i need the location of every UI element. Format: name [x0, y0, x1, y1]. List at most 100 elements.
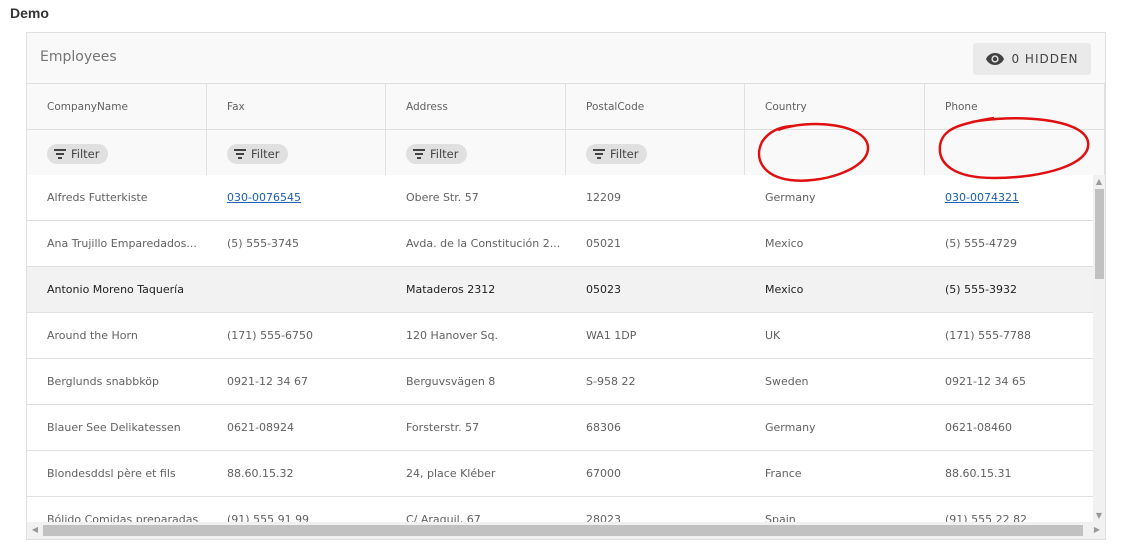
- filter-chip-label: Filter: [430, 147, 459, 161]
- filter-icon: [234, 149, 246, 159]
- table-cell: Forsterstr. 57: [406, 421, 480, 434]
- grid-body: Alfreds Futterkiste 030-0076545 Obere Str.…: [27, 175, 1093, 522]
- column-header-postalcode[interactable]: PostalCode: [566, 84, 745, 129]
- table-cell: Sweden: [765, 375, 809, 388]
- table-cell: Berguvsvägen 8: [406, 375, 496, 388]
- table-cell: (5) 555-3745: [227, 237, 300, 250]
- page-title: Demo: [10, 5, 49, 21]
- table-row[interactable]: Around the Horn (171) 555-6750 120 Hanover…: [27, 313, 1093, 359]
- filter-cell-companyname: Filter: [27, 130, 207, 175]
- column-header-label: Phone: [945, 101, 978, 113]
- table-cell: Berglunds snabbköp: [47, 375, 159, 388]
- filter-icon: [413, 149, 425, 159]
- horizontal-scrollbar[interactable]: ◀ ▶: [27, 522, 1105, 539]
- table-cell: 68306: [586, 421, 621, 434]
- scroll-up-icon[interactable]: ▲: [1093, 177, 1105, 186]
- vertical-scroll-thumb[interactable]: [1095, 189, 1104, 279]
- table-cell: [207, 267, 386, 312]
- filter-icon: [593, 149, 605, 159]
- grid-toolbar: Employees 0 HIDDEN: [27, 33, 1105, 84]
- table-cell: Avda. de la Constitución 2...: [406, 237, 561, 250]
- phone-link[interactable]: 030-0076545: [227, 191, 301, 204]
- filter-cell-postalcode: Filter: [566, 130, 745, 175]
- hidden-columns-button[interactable]: 0 HIDDEN: [973, 43, 1091, 75]
- table-cell: 030-0076545: [207, 175, 386, 220]
- filter-chip-button[interactable]: Filter: [406, 144, 468, 164]
- table-cell: (171) 555-7788: [945, 329, 1032, 342]
- table-cell: 88.60.15.31: [945, 467, 1012, 480]
- table-cell: 0621-08460: [945, 421, 1012, 434]
- column-header-label: PostalCode: [586, 101, 645, 113]
- employees-grid: Employees 0 HIDDEN CompanyName Fax Address…: [26, 32, 1106, 540]
- table-cell: France: [765, 467, 802, 480]
- filter-chip-button[interactable]: Filter: [586, 144, 648, 164]
- table-cell: (91) 555 91 99: [227, 513, 310, 522]
- table-cell: 05021: [586, 237, 621, 250]
- table-row[interactable]: Antonio Moreno Taquería Mataderos 2312 050…: [27, 267, 1093, 313]
- table-cell: Spain: [765, 513, 796, 522]
- table-cell: 12209: [586, 191, 621, 204]
- scroll-right-icon[interactable]: ▶: [1091, 525, 1103, 534]
- table-cell: 24, place Kléber: [406, 467, 496, 480]
- table-cell: (5) 555-3932: [945, 283, 1018, 296]
- hidden-count-label: 0 HIDDEN: [1011, 52, 1079, 66]
- table-row[interactable]: Alfreds Futterkiste 030-0076545 Obere Str.…: [27, 175, 1093, 221]
- table-cell: (171) 555-6750: [227, 329, 314, 342]
- table-cell: Blauer See Delikatessen: [47, 421, 181, 434]
- phone-link[interactable]: 030-0074321: [945, 191, 1019, 204]
- table-row[interactable]: Blondesddsl père et fils 88.60.15.32 24, p…: [27, 451, 1093, 497]
- table-cell: (5) 555-4729: [945, 237, 1018, 250]
- vertical-scrollbar[interactable]: ▲ ▼: [1093, 175, 1105, 522]
- table-row[interactable]: Blauer See Delikatessen 0621-08924 Forster…: [27, 405, 1093, 451]
- table-cell: Blondesddsl père et fils: [47, 467, 176, 480]
- table-cell: C/ Araquil, 67: [406, 513, 481, 522]
- column-header-address[interactable]: Address: [386, 84, 566, 129]
- filter-chip-label: Filter: [251, 147, 280, 161]
- table-cell: Antonio Moreno Taquería: [47, 283, 184, 296]
- table-cell: WA1 1DP: [586, 329, 637, 342]
- eye-icon: [986, 53, 1005, 65]
- filter-icon: [54, 149, 66, 159]
- filter-chip-button[interactable]: Filter: [47, 144, 109, 164]
- table-cell: 0621-08924: [227, 421, 294, 434]
- table-cell: Obere Str. 57: [406, 191, 479, 204]
- table-cell: Ana Trujillo Emparedados...: [47, 237, 197, 250]
- table-cell: Mataderos 2312: [406, 283, 496, 296]
- table-cell: 030-0074321: [925, 175, 1093, 220]
- table-cell: S-958 22: [586, 375, 636, 388]
- column-header-fax[interactable]: Fax: [207, 84, 386, 129]
- column-header-row: CompanyName Fax Address PostalCode Country Ph…: [27, 84, 1105, 130]
- table-cell: Germany: [765, 421, 816, 434]
- filter-cell-country: [745, 130, 925, 175]
- column-header-label: CompanyName: [47, 101, 128, 113]
- grid-title: Employees: [40, 49, 117, 65]
- column-header-label: Country: [765, 101, 807, 113]
- column-header-phone[interactable]: Phone: [925, 84, 1105, 129]
- column-header-country[interactable]: Country: [745, 84, 925, 129]
- scroll-left-icon[interactable]: ◀: [29, 525, 41, 534]
- table-cell: Mexico: [765, 237, 804, 250]
- filter-text-input[interactable]: [943, 140, 1087, 168]
- filter-row: Filter Filter Filter Filter: [27, 130, 1105, 176]
- table-row[interactable]: Berglunds snabbköp 0921-12 34 67 Berguvsvä…: [27, 359, 1093, 405]
- table-cell: 0921-12 34 65: [945, 375, 1026, 388]
- table-cell: Germany: [765, 191, 816, 204]
- table-cell: 88.60.15.32: [227, 467, 294, 480]
- filter-chip-label: Filter: [610, 147, 639, 161]
- filter-chip-button[interactable]: Filter: [227, 144, 289, 164]
- table-row[interactable]: Ana Trujillo Emparedados... (5) 555-3745 A…: [27, 221, 1093, 267]
- scroll-down-icon[interactable]: ▼: [1093, 511, 1105, 520]
- filter-text-input[interactable]: [763, 140, 907, 168]
- table-row[interactable]: Bólido Comidas preparadas (91) 555 91 99 C…: [27, 497, 1093, 522]
- column-header-label: Address: [406, 101, 448, 113]
- horizontal-scroll-thumb[interactable]: [43, 525, 1083, 536]
- filter-cell-address: Filter: [386, 130, 566, 175]
- table-cell: 0921-12 34 67: [227, 375, 308, 388]
- column-header-companyname[interactable]: CompanyName: [27, 84, 207, 129]
- column-header-label: Fax: [227, 101, 245, 113]
- table-cell: Mexico: [765, 283, 804, 296]
- table-cell: 67000: [586, 467, 621, 480]
- table-cell: Around the Horn: [47, 329, 138, 342]
- table-cell: 28023: [586, 513, 621, 522]
- table-cell: 120 Hanover Sq.: [406, 329, 498, 342]
